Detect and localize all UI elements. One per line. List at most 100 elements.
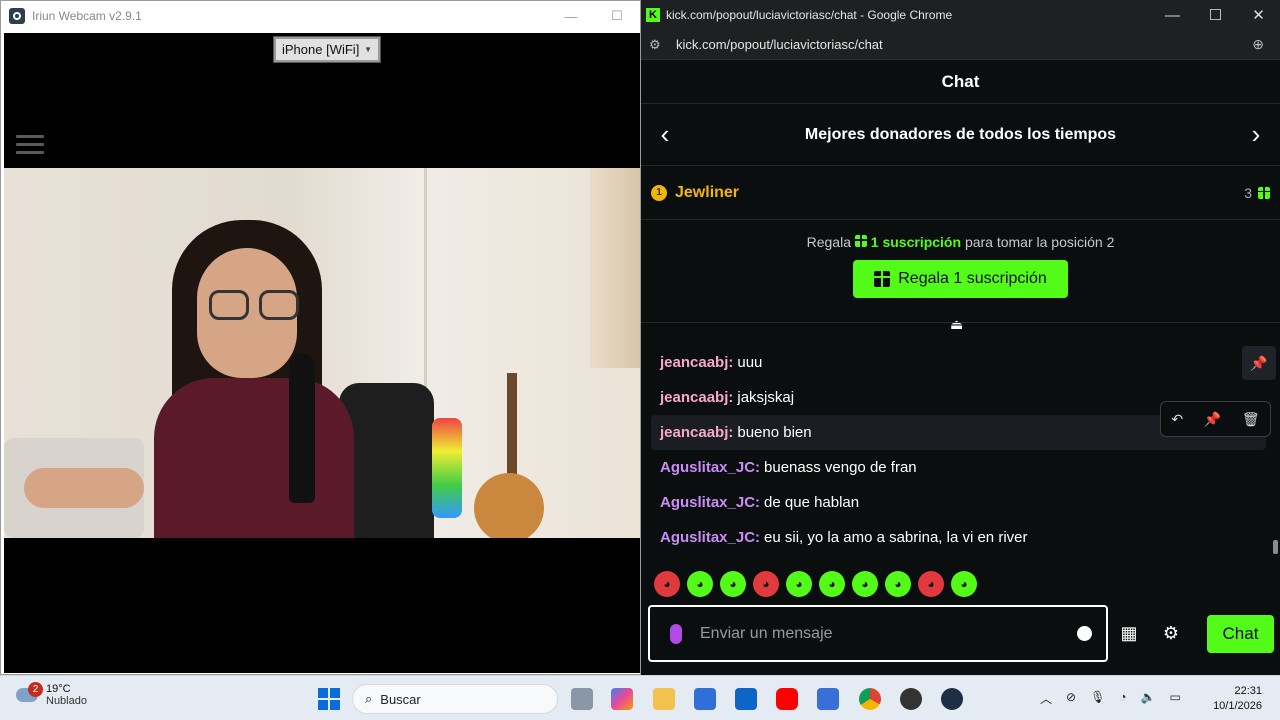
chat-header: Chat <box>641 60 1280 104</box>
search-label: Buscar <box>380 691 421 707</box>
cloud-icon: 2 <box>16 682 43 702</box>
gift-prompt-prefix: Regala <box>806 234 851 250</box>
url-text[interactable]: kick.com/popout/luciavictoriasc/chat <box>676 37 883 52</box>
top-donor-name[interactable]: Jewliner <box>675 184 739 202</box>
iriun-window: Iriun Webcam v2.9.1 — ☐ iPhone [WiFi] ▼ <box>0 0 641 675</box>
chat-username[interactable]: Aguslitax_JC: <box>660 459 760 476</box>
chat-username[interactable]: jeancaabj: <box>660 389 733 406</box>
emote-icon[interactable]: ◕ <box>885 571 911 597</box>
send-chat-button[interactable]: Chat <box>1207 614 1274 653</box>
delete-icon[interactable]: 🗑 <box>1242 411 1260 428</box>
copilot-icon[interactable] <box>611 688 633 710</box>
chevron-down-icon: ▼ <box>364 45 372 54</box>
chat-username[interactable]: Aguslitax_JC: <box>660 529 760 546</box>
iriun-icon[interactable] <box>941 688 963 710</box>
rank-badge: 1 <box>651 184 667 201</box>
emote-icon[interactable]: ◕ <box>951 571 977 597</box>
scrollbar[interactable] <box>1273 540 1278 554</box>
menu-icon[interactable] <box>16 135 44 159</box>
app-icon[interactable] <box>817 688 839 710</box>
emoji-icon[interactable] <box>1077 626 1092 641</box>
chat-message[interactable]: jeancaabj: uuu <box>641 345 1280 380</box>
device-select-value: iPhone [WiFi] <box>282 42 360 57</box>
clock[interactable]: 22:31 10/1/2026 <box>1208 684 1262 714</box>
chat-message-input[interactable] <box>700 624 1077 643</box>
taskbar-search[interactable]: ⌕ Buscar <box>352 684 558 714</box>
temperature: 19°C <box>46 683 71 695</box>
iriun-maximize-button[interactable]: ☐ <box>594 1 640 31</box>
youtube-icon[interactable] <box>776 688 798 710</box>
zoom-icon[interactable]: ⊕ <box>1252 36 1264 53</box>
emote-icon[interactable]: ◕ <box>654 571 680 597</box>
emote-icon[interactable]: ◕ <box>720 571 746 597</box>
chevron-up-icon[interactable]: ︿ <box>1040 690 1052 707</box>
collapse-icon[interactable]: ⏏ <box>950 316 963 333</box>
address-bar[interactable]: ⚙ kick.com/popout/luciavictoriasc/chat ⊕ <box>641 30 1280 60</box>
chrome-maximize-button[interactable]: ☐ <box>1194 0 1237 30</box>
iriun-app-icon <box>9 8 25 24</box>
iriun-minimize-button[interactable]: — <box>548 1 594 31</box>
microphone-icon[interactable] <box>670 623 682 644</box>
chrome-minimize-button[interactable]: — <box>1151 0 1194 30</box>
gear-icon[interactable]: ⚙ <box>1150 623 1192 644</box>
file-explorer-icon[interactable] <box>653 688 675 710</box>
microphone-tray-icon[interactable]: 🎙 <box>1090 690 1105 707</box>
clock-time: 22:31 <box>1234 685 1262 697</box>
chat-message[interactable]: Aguslitax_JC: eu sii, yo la amo a sabrina… <box>641 520 1280 555</box>
top-donor-row[interactable]: 1 Jewliner 3 <box>641 166 1280 220</box>
gift-prompt-highlight: 1 suscripción <box>870 234 962 250</box>
obs-icon[interactable] <box>900 688 922 710</box>
windows-start-icon[interactable] <box>318 688 340 710</box>
store-app-icon[interactable] <box>694 688 716 710</box>
gift-icon <box>1258 186 1270 199</box>
emote-icon[interactable]: ◕ <box>687 571 713 597</box>
gift-icon <box>874 271 891 287</box>
chat-message[interactable]: Aguslitax_JC: de que hablan <box>641 485 1280 520</box>
hidden-app-icon[interactable]: ⊘ <box>1066 690 1076 707</box>
site-info-icon[interactable]: ⚙ <box>649 37 671 53</box>
chat-message[interactable]: Aguslitax_JC: buenass vengo de fran <box>641 450 1280 485</box>
chat-message-text: jaksjskaj <box>737 389 795 406</box>
chrome-close-button[interactable]: ✕ <box>1237 0 1280 30</box>
iriun-window-title: Iriun Webcam v2.9.1 <box>32 9 142 23</box>
emote-icon[interactable]: ◕ <box>918 571 944 597</box>
chat-username[interactable]: jeancaabj: <box>660 354 733 371</box>
chat-message-text: de que hablan <box>764 494 860 511</box>
volume-icon[interactable]: 🔈 <box>1141 690 1156 707</box>
reply-icon[interactable]: ↶ <box>1171 411 1183 428</box>
wifi-icon[interactable]: ◔ <box>1119 690 1126 707</box>
emote-icon[interactable]: ◕ <box>753 571 779 597</box>
notification-badge: 2 <box>28 682 43 697</box>
chat-message-text: uuu <box>737 354 763 371</box>
gift-icon <box>854 235 867 247</box>
emote-icon[interactable]: ◕ <box>819 571 845 597</box>
outlook-icon[interactable] <box>735 688 757 710</box>
chat-input-box[interactable] <box>648 605 1108 662</box>
store-icon[interactable]: ▦ <box>1108 623 1150 644</box>
divider <box>641 322 1280 323</box>
battery-icon[interactable]: ▭ <box>1170 690 1181 707</box>
chevron-right-icon[interactable]: › <box>1244 119 1268 150</box>
pin-icon[interactable]: 📌 <box>1242 346 1276 380</box>
gift-subscription-button[interactable]: Regala 1 suscripción <box>853 260 1068 298</box>
system-tray: ︿ ⊘ 🎙 ◔ 🔈 ▭ <box>1040 690 1181 707</box>
chrome-icon[interactable] <box>859 688 881 710</box>
device-select[interactable]: iPhone [WiFi] ▼ <box>273 36 381 63</box>
chat-message-text: eu sii, yo la amo a sabrina, la vi en ri… <box>764 529 1028 546</box>
chat-input-row: ▦ ⚙ Chat <box>648 605 1274 662</box>
weather-widget[interactable]: 2 19°C Nublado <box>16 682 87 707</box>
leaderboard-header: ‹ Mejores donadores de todos los tiempos… <box>641 104 1280 166</box>
search-icon: ⌕ <box>365 691 373 706</box>
weather-condition: Nublado <box>46 695 87 707</box>
chat-username[interactable]: Aguslitax_JC: <box>660 494 760 511</box>
task-view-icon[interactable] <box>571 688 593 710</box>
emote-icon[interactable]: ◕ <box>786 571 812 597</box>
emote-icon[interactable]: ◕ <box>852 571 878 597</box>
taskbar: 2 19°C Nublado ⌕ Buscar ︿ ⊘ 🎙 ◔ 🔈 ▭ 22:3… <box>0 675 1280 720</box>
pin-message-icon[interactable]: 📌 <box>1204 411 1221 428</box>
chevron-left-icon[interactable]: ‹ <box>653 119 677 150</box>
iriun-titlebar: Iriun Webcam v2.9.1 — ☐ <box>1 1 640 31</box>
gift-prompt: Regala 1 suscripción para tomar la posic… <box>641 234 1280 250</box>
kick-logo-icon: K <box>646 8 660 22</box>
chat-username[interactable]: jeancaabj: <box>660 424 733 441</box>
